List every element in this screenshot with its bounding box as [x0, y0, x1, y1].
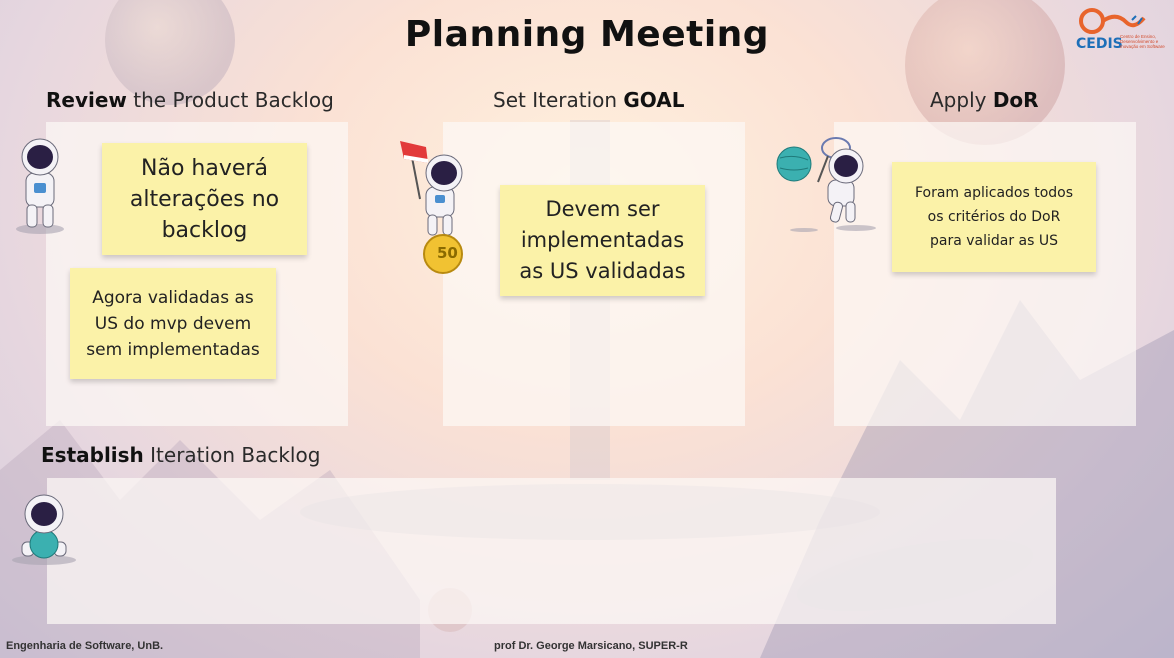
note-line: Não haverá	[141, 155, 268, 181]
page-title: Planning Meeting	[404, 14, 770, 55]
sticky-note-review-2[interactable]: Agora validadas as US do mvp devem sem imp…	[70, 268, 276, 379]
note-line: alterações no	[129, 186, 280, 212]
astronaut-standing-icon	[16, 138, 64, 234]
section-title-goal: Set Iteration GOAL	[493, 88, 685, 112]
note-line: US do mvp devem	[94, 313, 252, 334]
coin-label: 50	[437, 244, 458, 262]
footer-left: Engenharia de Software, UnB.	[6, 640, 164, 652]
astronaut-flag-icon	[400, 141, 463, 274]
section-title-rest: the Product Backlog	[126, 88, 334, 112]
section-title-bold: Review	[46, 88, 127, 112]
note-line: para validar as US	[929, 233, 1059, 249]
note-line: Agora validadas as	[92, 287, 254, 308]
section-title-bold: Establish	[41, 443, 144, 467]
astronaut-butterfly-net-icon	[776, 137, 876, 232]
section-title-bold: GOAL	[623, 88, 685, 112]
note-line: backlog	[161, 217, 248, 243]
section-title-rest: Set Iteration	[493, 88, 624, 112]
logo-text: CEDIS	[1076, 36, 1123, 52]
section-title-rest: Apply	[930, 88, 993, 112]
note-line: sem implementadas	[86, 339, 260, 360]
sticky-note-review-1[interactable]: Não haverá alterações no backlog	[102, 143, 307, 255]
section-title-bold: DoR	[992, 88, 1039, 112]
footer-center: prof Dr. George Marsicano, SUPER-R	[494, 640, 688, 652]
section-title-establish: Establish Iteration Backlog	[41, 443, 320, 467]
section-title-rest: Iteration Backlog	[143, 443, 321, 467]
note-line: Devem ser	[545, 197, 660, 221]
astronaut-sitting-icon	[12, 494, 76, 565]
note-line: implementadas	[520, 228, 685, 252]
section-title-review: Review the Product Backlog	[46, 88, 334, 112]
panel-establish	[47, 478, 1056, 624]
note-line: as US validadas	[519, 259, 686, 283]
logo-subtitle: Centro de Ensino, Desenvolvimento e Inov…	[1120, 34, 1165, 49]
note-line: os critérios do DoR	[927, 209, 1061, 225]
sticky-note-dor-1[interactable]: Foram aplicados todos os critérios do DoR…	[892, 162, 1096, 272]
section-title-dor: Apply DoR	[930, 88, 1039, 112]
note-line: Foram aplicados todos	[914, 185, 1074, 201]
sticky-note-goal-1[interactable]: Devem ser implementadas as US validadas	[500, 185, 705, 296]
